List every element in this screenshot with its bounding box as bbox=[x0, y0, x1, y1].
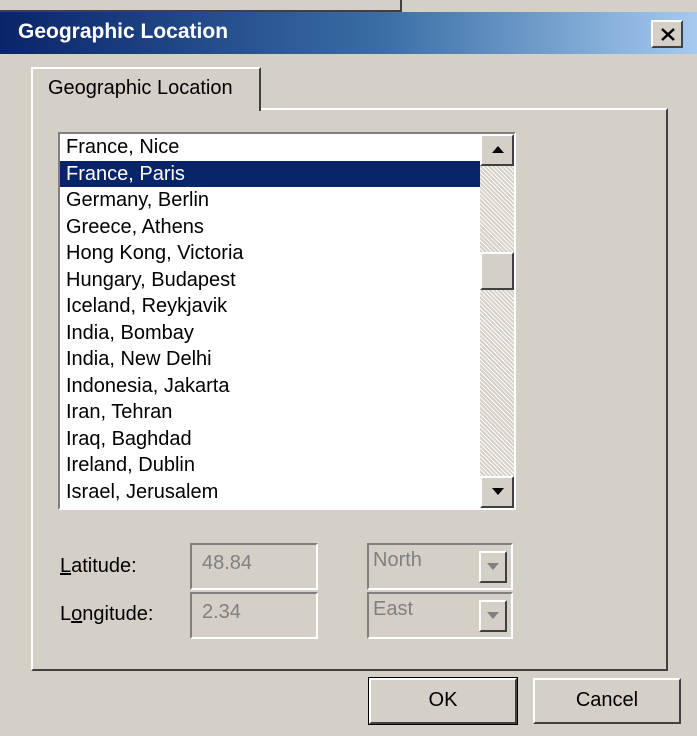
arrow-up-icon bbox=[492, 146, 504, 153]
longitude-direction-value: East bbox=[373, 598, 414, 620]
list-item[interactable]: India, New Delhi bbox=[60, 346, 480, 373]
longitude-label: Longitude: bbox=[60, 603, 154, 625]
list-item[interactable]: Ireland, Dublin bbox=[60, 452, 480, 479]
chevron-down-icon bbox=[487, 612, 499, 619]
scroll-up-button[interactable] bbox=[480, 134, 514, 166]
list-item[interactable]: France, Nice bbox=[60, 134, 480, 161]
latitude-label: Latitude: bbox=[60, 555, 137, 577]
list-item[interactable]: Indonesia, Jakarta bbox=[60, 373, 480, 400]
list-item[interactable]: Israel, Jerusalem bbox=[60, 479, 480, 506]
list-item[interactable]: Iran, Tehran bbox=[60, 399, 480, 426]
window-title: Geographic Location bbox=[18, 20, 229, 43]
list-item[interactable]: Germany, Berlin bbox=[60, 187, 480, 214]
list-item[interactable]: Greece, Athens bbox=[60, 214, 480, 241]
tab-label: Geographic Location bbox=[48, 77, 233, 99]
list-item[interactable]: Hungary, Budapest bbox=[60, 267, 480, 294]
arrow-down-icon bbox=[492, 488, 504, 495]
latitude-direction-dropdown-button[interactable] bbox=[479, 551, 507, 583]
location-listbox[interactable]: France, Nice France, Paris Germany, Berlin… bbox=[58, 132, 516, 510]
close-button[interactable] bbox=[651, 20, 683, 48]
cancel-button[interactable]: Cancel bbox=[533, 678, 681, 724]
scroll-thumb[interactable] bbox=[480, 252, 514, 290]
chevron-down-icon bbox=[487, 563, 499, 570]
tab-geographic-location[interactable]: Geographic Location bbox=[31, 67, 261, 111]
longitude-direction-dropdown-button[interactable] bbox=[479, 600, 507, 632]
background-window-edge bbox=[0, 0, 402, 12]
latitude-direction-value: North bbox=[373, 549, 422, 571]
title-bar[interactable]: Geographic Location bbox=[0, 12, 697, 54]
list-item[interactable]: Iceland, Reykjavik bbox=[60, 293, 480, 320]
latitude-direction-select[interactable]: North bbox=[367, 543, 513, 590]
longitude-field[interactable]: 2.34 bbox=[190, 592, 318, 639]
list-item[interactable]: Iraq, Baghdad bbox=[60, 426, 480, 453]
longitude-direction-select[interactable]: East bbox=[367, 592, 513, 639]
ok-button[interactable]: OK bbox=[368, 677, 518, 725]
latitude-field[interactable]: 48.84 bbox=[190, 543, 318, 590]
location-list: France, Nice France, Paris Germany, Berlin… bbox=[60, 134, 480, 508]
vertical-scrollbar[interactable] bbox=[480, 134, 514, 508]
list-item[interactable]: Hong Kong, Victoria bbox=[60, 240, 480, 267]
close-icon bbox=[661, 28, 675, 41]
scroll-down-button[interactable] bbox=[480, 476, 514, 508]
list-item[interactable]: France, Paris bbox=[60, 160, 480, 187]
list-item[interactable]: India, Bombay bbox=[60, 320, 480, 347]
